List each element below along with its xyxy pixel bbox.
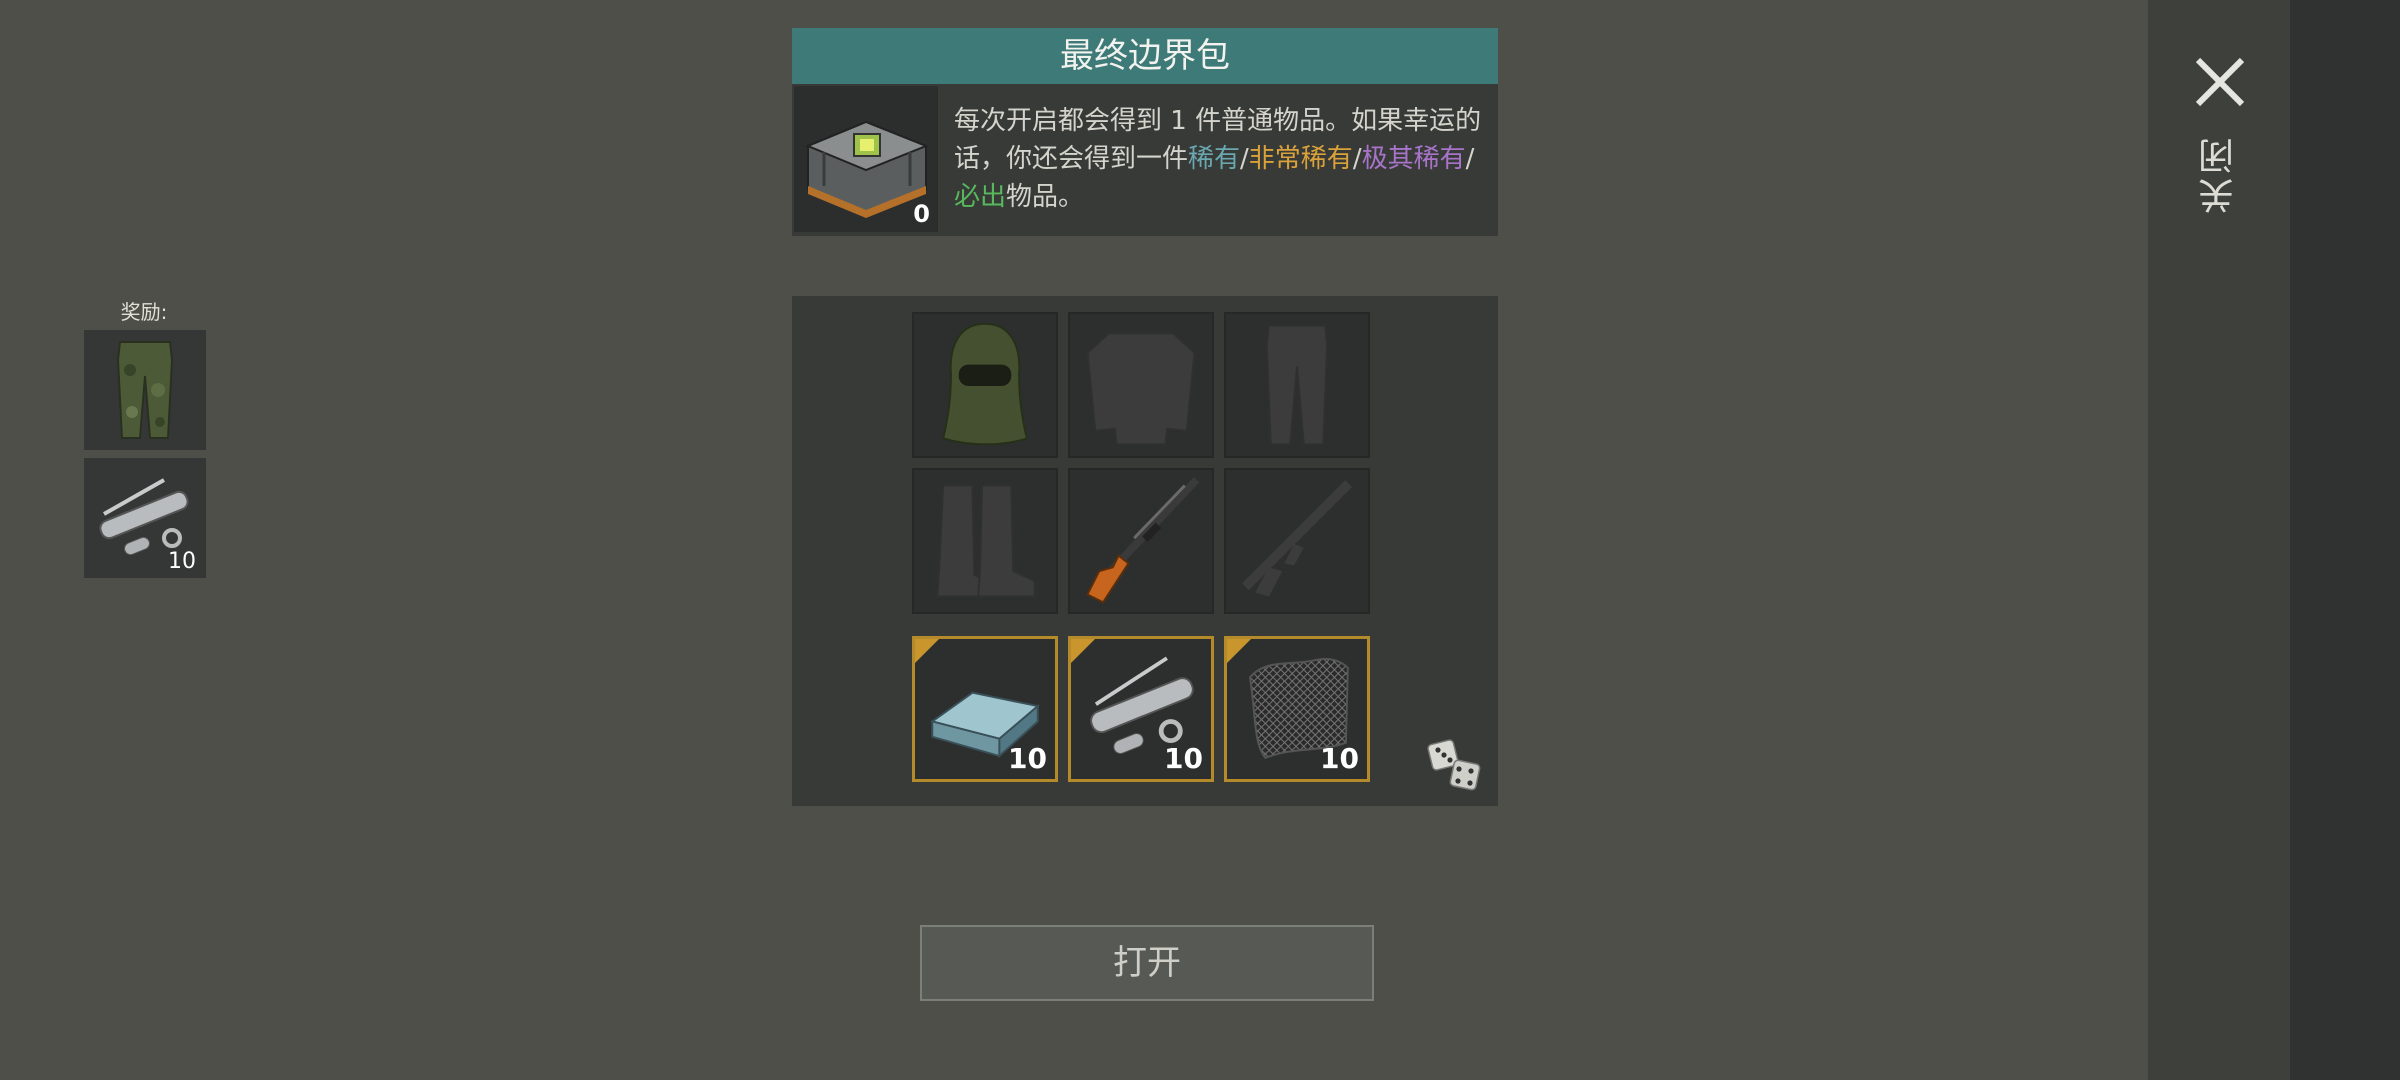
grid-slot[interactable]	[912, 468, 1058, 614]
item-quantity: 10	[1164, 742, 1203, 775]
grid-slot[interactable]: 10	[912, 636, 1058, 782]
desc-sep: /	[1352, 144, 1362, 174]
grid-slot[interactable]	[912, 312, 1058, 458]
camo-pants-icon	[116, 341, 174, 439]
item-quantity: 10	[1320, 742, 1359, 775]
open-button-label: 打开	[1113, 943, 1181, 983]
item-quantity: 10	[1008, 742, 1047, 775]
close-label: 关闭	[2199, 134, 2240, 214]
side-edge	[2290, 0, 2400, 1080]
rarity-rare: 稀有	[1188, 144, 1241, 174]
reward-slot[interactable]	[84, 330, 206, 450]
rarity-corner	[1227, 639, 1251, 663]
grid-slot[interactable]	[1068, 468, 1214, 614]
reward-slot[interactable]: 10	[84, 458, 206, 578]
rarity-corner	[915, 639, 939, 663]
desc-sep: /	[1240, 144, 1249, 174]
grid-slot[interactable]	[1224, 312, 1370, 458]
grid-slot[interactable]	[1224, 468, 1370, 614]
open-button[interactable]: 打开	[920, 925, 1374, 1001]
grid-slot[interactable]: 10	[1224, 636, 1370, 782]
item-quantity: 10	[168, 549, 196, 574]
rewards-label: 奖励:	[120, 300, 168, 324]
desc-sep: /	[1465, 144, 1475, 174]
pack-header: 最终边界包	[792, 28, 1498, 84]
rarity-guaranteed: 必出	[954, 182, 1007, 212]
pack-title: 最终边界包	[1060, 36, 1230, 76]
dice-icon[interactable]	[1426, 736, 1484, 794]
close-button[interactable]: 关闭	[2178, 44, 2262, 224]
desc-text: 物品。	[1006, 182, 1085, 212]
pack-info: 0 每次开启都会得到 1 件普通物品。如果幸运的话，你还会得到一件稀有/非常稀有…	[792, 84, 1498, 236]
balaclava-icon	[942, 322, 1028, 446]
pack-crate-icon: 0	[794, 86, 938, 232]
pack-description: 每次开启都会得到 1 件普通物品。如果幸运的话，你还会得到一件稀有/非常稀有/极…	[954, 102, 1490, 216]
camo-pants-icon	[1265, 324, 1329, 446]
rarity-very-rare: 非常稀有	[1248, 144, 1353, 174]
rarity-extremely-rare: 极其稀有	[1361, 144, 1466, 174]
grid-slot[interactable]: 10	[1068, 636, 1214, 782]
close-icon	[2195, 57, 2245, 107]
boots-icon	[936, 484, 1036, 598]
item-grid: 10 10 10	[792, 296, 1498, 806]
camo-jacket-icon	[1086, 332, 1196, 446]
pack-count: 0	[913, 200, 930, 228]
rarity-corner	[1071, 639, 1095, 663]
grid-slot[interactable]	[1068, 312, 1214, 458]
sniper-rifle-icon	[1086, 477, 1200, 604]
assault-rifle-icon	[1242, 480, 1352, 597]
